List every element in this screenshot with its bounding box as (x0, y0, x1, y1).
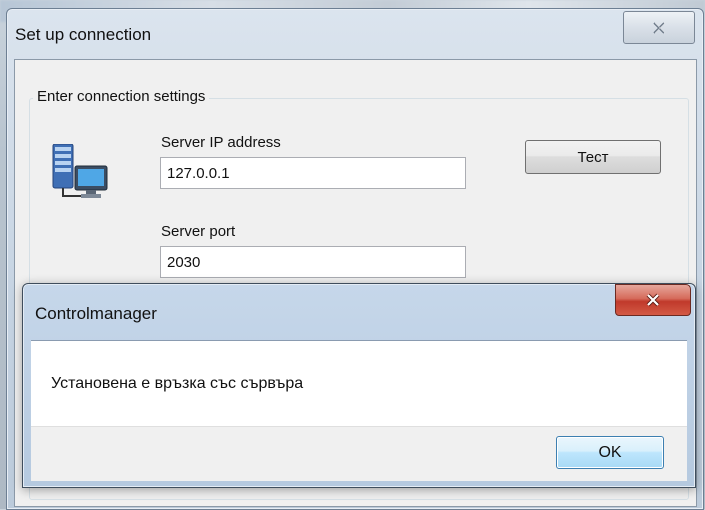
group-label: Enter connection settings (33, 88, 210, 105)
server-port-input[interactable]: 2030 (160, 246, 466, 278)
setup-window-title: Set up connection (15, 25, 152, 44)
test-button[interactable]: Тест (525, 140, 661, 174)
server-ip-label: Server IP address (161, 134, 281, 151)
close-icon (653, 21, 666, 34)
message-footer: OK (31, 426, 687, 481)
server-computer-icon (51, 143, 111, 207)
ok-button[interactable]: OK (556, 436, 664, 469)
server-port-label: Server port (161, 223, 236, 240)
setup-close-button[interactable] (623, 11, 695, 44)
message-box-window: Controlmanager Установена е връзка със с… (22, 283, 696, 488)
server-ip-input[interactable]: 127.0.0.1 (160, 157, 466, 189)
message-close-button[interactable] (615, 284, 691, 316)
message-content: Установена е връзка със сървъра (31, 340, 687, 427)
message-text: Установена е връзка със сървъра (51, 375, 304, 392)
message-box-title: Controlmanager (35, 304, 157, 323)
close-icon (646, 293, 660, 307)
